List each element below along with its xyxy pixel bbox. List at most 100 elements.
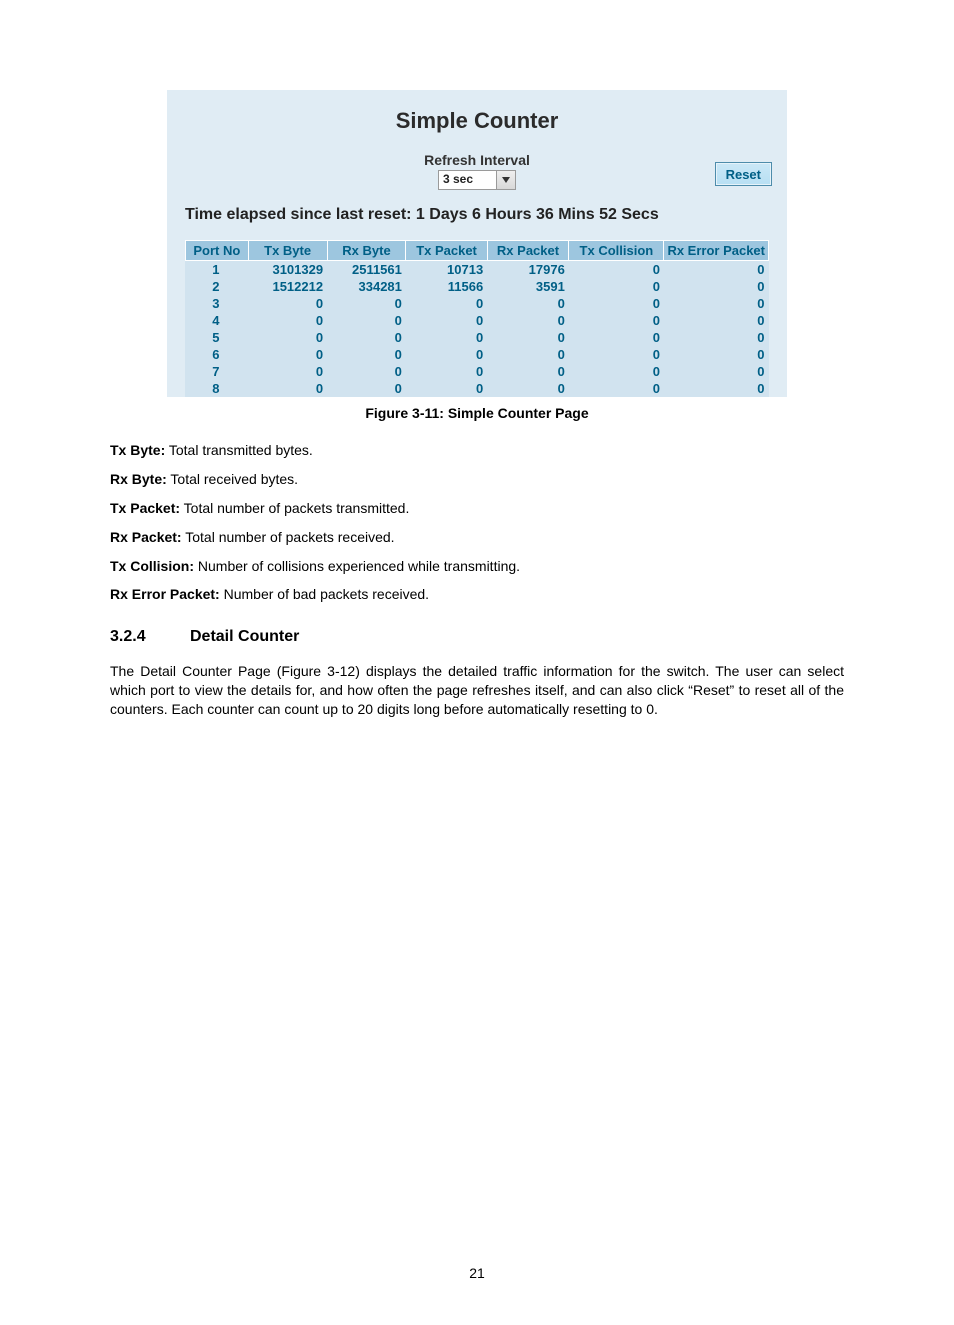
header-port-no: Port No: [186, 241, 249, 261]
cell-tx_collision: 0: [569, 295, 664, 312]
section-heading: 3.2.4Detail Counter: [110, 626, 844, 648]
cell-rx_byte: 334281: [327, 278, 406, 295]
cell-tx_packet: 0: [406, 329, 487, 346]
cell-tx_byte: 0: [248, 346, 327, 363]
cell-tx_packet: 11566: [406, 278, 487, 295]
cell-tx_packet: 0: [406, 346, 487, 363]
cell-tx_collision: 0: [569, 278, 664, 295]
header-tx-collision: Tx Collision: [569, 241, 664, 261]
definition-line: Rx Error Packet: Number of bad packets r…: [110, 585, 844, 604]
cell-rx_error: 0: [664, 295, 769, 312]
header-rx-error: Rx Error Packet: [664, 241, 769, 261]
definition-desc: Total transmitted bytes.: [165, 442, 313, 458]
definition-desc: Total number of packets received.: [182, 529, 395, 545]
table-row: 5000000: [186, 329, 769, 346]
simple-counter-table: Port No Tx Byte Rx Byte Tx Packet Rx Pac…: [185, 240, 769, 397]
table-header-row: Port No Tx Byte Rx Byte Tx Packet Rx Pac…: [186, 241, 769, 261]
cell-rx_packet: 3591: [487, 278, 569, 295]
cell-rx_packet: 0: [487, 329, 569, 346]
definition-term: Rx Byte:: [110, 471, 167, 487]
figure-caption: Figure 3-11: Simple Counter Page: [0, 405, 954, 421]
definition-desc: Total number of packets transmitted.: [180, 500, 409, 516]
definition-list: Tx Byte: Total transmitted bytes. Rx Byte…: [110, 441, 844, 604]
definition-line: Tx Byte: Total transmitted bytes.: [110, 441, 844, 460]
chevron-down-icon[interactable]: [496, 171, 515, 189]
cell-rx_byte: 0: [327, 363, 406, 380]
cell-tx_collision: 0: [569, 380, 664, 397]
table-row: 7000000: [186, 363, 769, 380]
cell-tx_collision: 0: [569, 346, 664, 363]
definition-desc: Number of bad packets received.: [220, 586, 429, 602]
page-number: 21: [0, 1265, 954, 1281]
cell-rx_error: 0: [664, 380, 769, 397]
cell-rx_packet: 0: [487, 380, 569, 397]
table-row: 8000000: [186, 380, 769, 397]
cell-rx_error: 0: [664, 329, 769, 346]
definition-line: Rx Packet: Total number of packets recei…: [110, 528, 844, 547]
section-paragraph: The Detail Counter Page (Figure 3-12) di…: [110, 662, 844, 719]
cell-tx_packet: 0: [406, 312, 487, 329]
header-tx-packet: Tx Packet: [406, 241, 487, 261]
header-tx-byte: Tx Byte: [248, 241, 327, 261]
cell-rx_error: 0: [664, 278, 769, 295]
cell-port: 5: [186, 329, 249, 346]
section-title: Detail Counter: [190, 628, 299, 645]
reset-button[interactable]: Reset: [715, 162, 772, 186]
cell-tx_packet: 0: [406, 380, 487, 397]
section-number: 3.2.4: [110, 626, 190, 648]
header-rx-byte: Rx Byte: [327, 241, 406, 261]
time-elapsed-label: Time elapsed since last reset: 1 Days 6 …: [185, 206, 769, 224]
cell-tx_byte: 3101329: [248, 261, 327, 279]
table-row: 3000000: [186, 295, 769, 312]
cell-rx_error: 0: [664, 312, 769, 329]
cell-tx_collision: 0: [569, 261, 664, 279]
cell-tx_byte: 0: [248, 380, 327, 397]
page-title: Simple Counter: [185, 108, 769, 134]
definition-term: Rx Error Packet:: [110, 586, 220, 602]
cell-rx_error: 0: [664, 261, 769, 279]
table-row: 6000000: [186, 346, 769, 363]
cell-port: 3: [186, 295, 249, 312]
table-row: 131013292511561107131797600: [186, 261, 769, 279]
definition-line: Tx Packet: Total number of packets trans…: [110, 499, 844, 518]
simple-counter-screenshot: Simple Counter Refresh Interval 3 sec Re…: [167, 90, 787, 397]
cell-rx_byte: 0: [327, 312, 406, 329]
definition-term: Rx Packet:: [110, 529, 182, 545]
cell-tx_packet: 10713: [406, 261, 487, 279]
cell-tx_byte: 0: [248, 363, 327, 380]
cell-rx_packet: 0: [487, 295, 569, 312]
cell-rx_byte: 0: [327, 380, 406, 397]
definition-term: Tx Collision:: [110, 558, 194, 574]
cell-tx_collision: 0: [569, 363, 664, 380]
refresh-interval-value: 3 sec: [439, 171, 496, 189]
cell-tx_collision: 0: [569, 329, 664, 346]
table-body: 1310132925115611071317976002151221233428…: [186, 261, 769, 398]
cell-tx_byte: 0: [248, 295, 327, 312]
cell-rx_packet: 0: [487, 363, 569, 380]
cell-rx_packet: 0: [487, 346, 569, 363]
cell-rx_error: 0: [664, 363, 769, 380]
cell-tx_byte: 1512212: [248, 278, 327, 295]
cell-tx_packet: 0: [406, 363, 487, 380]
definition-term: Tx Byte:: [110, 442, 165, 458]
refresh-area: Refresh Interval 3 sec Reset: [185, 152, 769, 200]
header-rx-packet: Rx Packet: [487, 241, 569, 261]
cell-tx_packet: 0: [406, 295, 487, 312]
cell-port: 4: [186, 312, 249, 329]
cell-rx_packet: 0: [487, 312, 569, 329]
cell-port: 7: [186, 363, 249, 380]
cell-tx_byte: 0: [248, 329, 327, 346]
definition-desc: Total received bytes.: [167, 471, 298, 487]
refresh-interval-label: Refresh Interval: [185, 152, 769, 168]
cell-tx_byte: 0: [248, 312, 327, 329]
cell-port: 1: [186, 261, 249, 279]
definition-desc: Number of collisions experienced while t…: [194, 558, 520, 574]
definition-line: Tx Collision: Number of collisions exper…: [110, 557, 844, 576]
document-body: Tx Byte: Total transmitted bytes. Rx Byte…: [110, 441, 844, 719]
cell-rx_byte: 0: [327, 295, 406, 312]
table-row: 2151221233428111566359100: [186, 278, 769, 295]
refresh-interval-select[interactable]: 3 sec: [438, 170, 516, 190]
cell-rx_byte: 0: [327, 346, 406, 363]
definition-line: Rx Byte: Total received bytes.: [110, 470, 844, 489]
cell-port: 2: [186, 278, 249, 295]
